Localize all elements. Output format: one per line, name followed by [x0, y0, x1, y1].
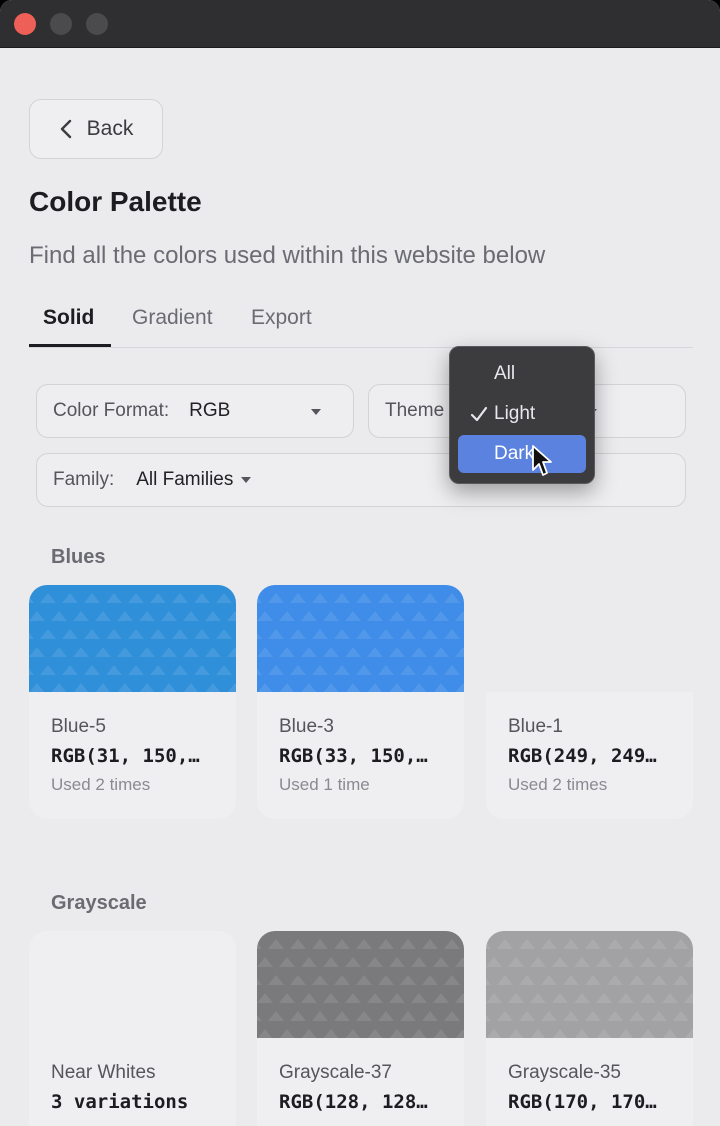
color-swatch — [486, 585, 693, 692]
tab-solid[interactable]: Solid — [43, 306, 94, 330]
maximize-window-button[interactable] — [86, 13, 108, 35]
family-value: All Families — [136, 469, 234, 490]
caret-down-icon — [241, 477, 252, 483]
tab-export[interactable]: Export — [251, 306, 312, 330]
color-usage: Used 1 time — [279, 775, 370, 794]
swatch-pattern — [257, 593, 464, 692]
theme-label: Theme — [385, 400, 445, 421]
close-window-button[interactable] — [14, 13, 36, 35]
swatch-pattern — [257, 939, 464, 1038]
color-card[interactable]: Blue-1 RGB(249, 249… Used 2 times — [486, 585, 693, 819]
app-window: Back Color Palette Find all the colors u… — [0, 0, 720, 1126]
color-value: RGB(249, 249… — [508, 745, 657, 767]
title-bar — [0, 0, 720, 48]
swatch-pattern — [486, 939, 693, 1038]
family-label: Family: — [53, 469, 115, 490]
theme-option-dark[interactable]: Dark — [458, 435, 586, 473]
color-value: RGB(31, 150,… — [51, 745, 200, 767]
color-name: Blue-3 — [279, 716, 334, 737]
theme-option-all[interactable]: All — [458, 355, 586, 393]
color-swatch — [29, 931, 236, 1038]
mouse-cursor-icon — [532, 445, 552, 476]
color-card[interactable]: Blue-3 RGB(33, 150,… Used 1 time — [257, 585, 464, 819]
swatch-pattern — [29, 593, 236, 692]
section-title-blues: Blues — [51, 546, 106, 568]
page-subtitle: Find all the colors used within this web… — [29, 242, 546, 269]
color-value: RGB(33, 150,… — [279, 745, 428, 767]
back-button[interactable]: Back — [29, 99, 163, 159]
color-format-value: RGB — [189, 400, 231, 421]
option-label: Dark — [494, 443, 535, 464]
theme-dropdown-menu: All Light Dark — [449, 346, 595, 484]
theme-option-light[interactable]: Light — [458, 395, 586, 433]
caret-down-icon — [311, 409, 321, 415]
color-usage: Used 2 times — [51, 775, 151, 794]
checkmark-icon — [470, 406, 488, 422]
color-name: Blue-1 — [508, 716, 563, 737]
color-name: Grayscale-37 — [279, 1062, 392, 1083]
minimize-window-button[interactable] — [50, 13, 72, 35]
tab-gradient[interactable]: Gradient — [132, 306, 213, 330]
color-card[interactable]: Grayscale-37 RGB(128, 128… — [257, 931, 464, 1126]
color-usage: Used 2 times — [508, 775, 608, 794]
color-name: Blue-5 — [51, 716, 106, 737]
option-label: Light — [494, 403, 536, 424]
chevron-left-icon — [60, 119, 71, 139]
tab-bar: Solid Gradient Export — [29, 298, 693, 348]
color-format-label: Color Format: — [53, 400, 170, 421]
color-card[interactable]: Near Whites 3 variations — [29, 931, 236, 1126]
color-name: Grayscale-35 — [508, 1062, 621, 1083]
back-button-label: Back — [86, 117, 134, 140]
color-name: Near Whites — [51, 1062, 156, 1083]
active-tab-indicator — [29, 344, 111, 347]
color-value: RGB(170, 170… — [508, 1091, 657, 1113]
color-card[interactable]: Grayscale-35 RGB(170, 170… — [486, 931, 693, 1126]
main-content: Back Color Palette Find all the colors u… — [0, 48, 720, 1126]
option-label: All — [494, 363, 516, 384]
page-title: Color Palette — [29, 186, 202, 217]
color-value: 3 variations — [51, 1091, 189, 1113]
color-format-select[interactable]: Color Format: RGB — [36, 384, 354, 438]
section-title-grayscale: Grayscale — [51, 892, 147, 914]
color-value: RGB(128, 128… — [279, 1091, 428, 1113]
color-card[interactable]: Blue-5 RGB(31, 150,… Used 2 times — [29, 585, 236, 819]
